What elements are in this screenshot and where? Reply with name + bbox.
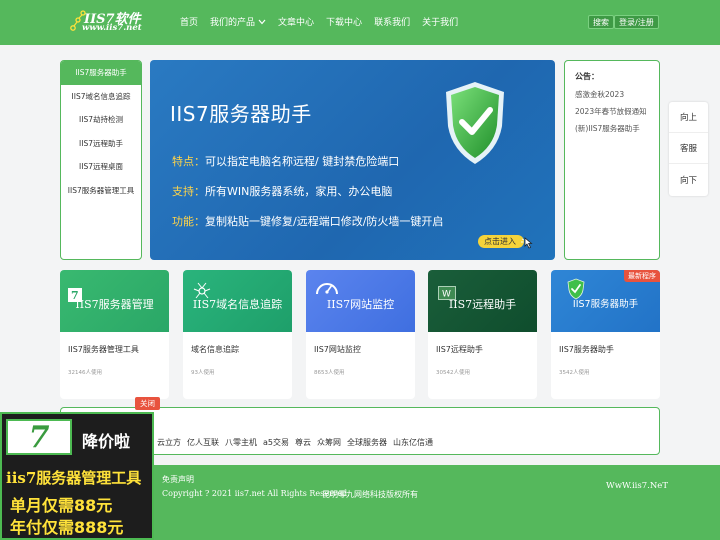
product-card-thumbnail-title: IIS7服务器管理 <box>75 298 154 311</box>
product-card-name: IIS7远程助手 <box>436 345 483 354</box>
product-card-name: IIS7服务器助手 <box>559 345 614 354</box>
nav-downloads[interactable]: 下载中心 <box>326 15 362 28</box>
product-card-thumbnail-title: IIS7网站监控 <box>326 298 395 311</box>
search-button[interactable]: 搜索 <box>588 15 614 29</box>
friend-link[interactable]: 全球服务器 <box>347 437 387 448</box>
promo-monthly-price: 单月仅需88元 <box>10 496 113 515</box>
nav-home[interactable]: 首页 <box>180 15 198 28</box>
banner-feature-key: 特点： <box>172 155 205 168</box>
promo-headline: 降价啦 <box>82 432 131 451</box>
banner-function-key: 功能： <box>172 215 205 228</box>
close-promo-button[interactable]: 关闭 <box>135 397 160 410</box>
side-menu-item-remote-desktop[interactable]: IIS7远程桌面 <box>61 155 141 179</box>
friend-link[interactable]: 尊云 <box>295 437 311 448</box>
product-card-usage: 3542人使用 <box>559 370 590 376</box>
login-register-button[interactable]: 登录/注册 <box>614 15 659 29</box>
main-nav: 首页 我们的产品 文章中心 下载中心 联系我们 关于我们 <box>180 15 470 28</box>
newest-badge: 最新程序 <box>624 270 660 282</box>
promo-product-name: iis7服务器管理工具 <box>6 469 142 487</box>
banner-support-line: 支持：所有WIN服务器系统，家用、办公电脑 <box>172 183 392 199</box>
announcement-title: 公告： <box>575 72 599 81</box>
product-card-remote-assistant[interactable]: W IIS7远程助手 IIS7远程助手 30542人使用 <box>428 270 537 399</box>
announcement-panel: 公告： 感激金秋2023 2023年春节放假通知 (新)IIS7服务器助手 <box>564 60 660 260</box>
announcement-item[interactable]: (新)IIS7服务器助手 <box>575 123 640 134</box>
hero-banner[interactable]: IIS7服务器助手 特点：可以指定电脑名称远程/ 键封禁危险端口 支持：所有WI… <box>150 60 555 260</box>
scroll-down-button[interactable]: 向下 <box>669 164 708 195</box>
product-card-thumbnail: W IIS7远程助手 <box>428 270 537 332</box>
product-card-name: 域名信息追踪 <box>191 345 239 354</box>
product-card-server-manager[interactable]: 7 IIS7服务器管理 IIS7服务器管理工具 32146人使用 <box>60 270 169 399</box>
banner-support-key: 支持： <box>172 185 205 198</box>
friend-link[interactable]: 山东亿信通 <box>393 437 433 448</box>
product-card-thumbnail: IIS7网站监控 <box>306 270 415 332</box>
product-card-thumbnail-title: IIS7远程助手 <box>448 298 517 311</box>
promo-logo: 7 <box>6 419 72 455</box>
banner-feature-line: 特点：可以指定电脑名称远程/ 键封禁危险端口 <box>172 153 399 169</box>
logo-site-text: www.iis7.net <box>82 23 142 33</box>
customer-service-button[interactable]: 客服 <box>669 133 708 164</box>
banner-support-text: 所有WIN服务器系统，家用、办公电脑 <box>205 185 393 198</box>
product-card-usage: 93人使用 <box>191 370 215 376</box>
site-logo[interactable]: IIS7软件 www.iis7.net <box>70 8 154 36</box>
side-menu-item-domain-tracking[interactable]: IIS7域名信息追踪 <box>61 85 141 109</box>
banner-enter-button[interactable]: 点击进入 <box>478 235 524 248</box>
announcement-item[interactable]: 感激金秋2023 <box>575 89 624 100</box>
side-menu-item-server-assistant[interactable]: IIS7服务器助手 <box>61 61 141 85</box>
banner-function-line: 功能：复制粘贴一键修复/远程端口修改/防火墙一键开启 <box>172 213 443 229</box>
product-card-domain-tracking[interactable]: IIS7域名信息追踪 域名信息追踪 93人使用 <box>183 270 292 399</box>
shield-icon <box>446 82 504 164</box>
product-card-site-monitor[interactable]: IIS7网站监控 IIS7网站监控 8653人使用 <box>306 270 415 399</box>
product-card-thumbnail: IIS7域名信息追踪 <box>183 270 292 332</box>
nav-articles[interactable]: 文章中心 <box>278 15 314 28</box>
nav-contact[interactable]: 联系我们 <box>374 15 410 28</box>
friend-link[interactable]: 众筹网 <box>317 437 341 448</box>
side-menu-item-remote-assistant[interactable]: IIS7远程助手 <box>61 132 141 156</box>
announcement-item[interactable]: 2023年春节放假通知 <box>575 106 647 117</box>
nav-about[interactable]: 关于我们 <box>422 15 458 28</box>
disclaimer-link[interactable]: 免责声明 <box>162 474 194 485</box>
promo-yearly-price: 年付仅需888元 <box>10 518 124 537</box>
product-side-menu: IIS7服务器助手 IIS7域名信息追踪 IIS7劫持检测 IIS7远程助手 I… <box>60 60 142 260</box>
product-card-name: IIS7服务器管理工具 <box>68 345 139 354</box>
nav-products-label: 我们的产品 <box>210 18 256 28</box>
product-card-usage: 30542人使用 <box>436 370 470 376</box>
banner-function-text: 复制粘贴一键修复/远程端口修改/防火墙一键开启 <box>205 215 444 228</box>
nav-products[interactable]: 我们的产品 <box>210 15 266 28</box>
gauge-icon <box>316 283 338 295</box>
friend-links-row: 云立方 亿人互联 八零主机 a5交易 尊云 众筹网 全球服务器 山东亿信通 <box>157 437 439 448</box>
side-menu-item-hijack-detection[interactable]: IIS7劫持检测 <box>61 108 141 132</box>
scroll-up-button[interactable]: 向上 <box>669 102 708 133</box>
friend-link[interactable]: 云立方 <box>157 437 181 448</box>
product-card-server-assistant[interactable]: IIS7服务器助手 最新程序 IIS7服务器助手 3542人使用 <box>551 270 660 399</box>
footer-site-text: WwW.iis7.NeT <box>606 481 669 491</box>
side-menu-item-server-manager[interactable]: IIS7服务器管理工具 <box>61 179 141 203</box>
product-card-thumbnail-title: IIS7域名信息追踪 <box>192 298 283 311</box>
site-header: IIS7软件 www.iis7.net 首页 我们的产品 文章中心 下载中心 联… <box>0 0 720 45</box>
chevron-down-icon <box>258 19 266 24</box>
product-card-thumbnail: 7 IIS7服务器管理 <box>60 270 169 332</box>
product-card-name: IIS7网站监控 <box>314 345 361 354</box>
product-card-usage: 8653人使用 <box>314 370 345 376</box>
floating-side-bar: 向上 客服 向下 <box>669 102 708 196</box>
banner-title: IIS7服务器助手 <box>170 102 312 126</box>
banner-feature-text: 可以指定电脑名称远程/ 键封禁危险端口 <box>205 155 400 168</box>
product-card-usage: 32146人使用 <box>68 370 102 376</box>
product-card-thumbnail-title: IIS7服务器助手 <box>572 299 639 310</box>
friend-link[interactable]: 亿人互联 <box>187 437 219 448</box>
owner-text: 昆明零九网络科技版权所有 <box>322 490 418 499</box>
friend-link[interactable]: 八零主机 <box>225 437 257 448</box>
price-drop-promo[interactable]: 7 降价啦 iis7服务器管理工具 单月仅需88元 年付仅需888元 <box>0 412 154 540</box>
pointer-cursor-icon <box>521 237 533 249</box>
friend-link[interactable]: a5交易 <box>263 437 289 448</box>
